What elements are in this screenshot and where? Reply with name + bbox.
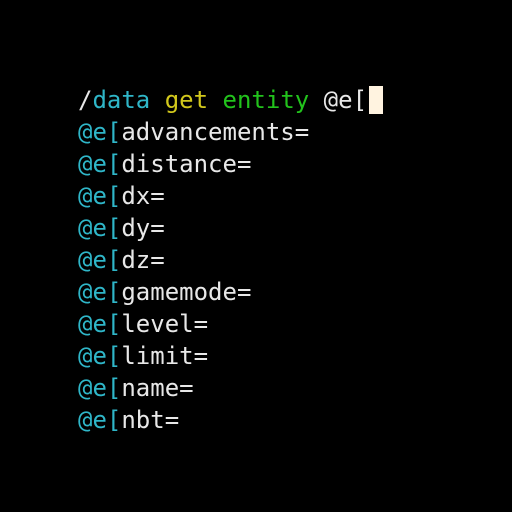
- suggestion-item[interactable]: @e[dz=: [78, 244, 498, 276]
- suggestion-item[interactable]: @e[gamemode=: [78, 276, 498, 308]
- suggestion-text: dx=: [121, 182, 165, 210]
- suggestion-item[interactable]: @e[dx=: [78, 180, 498, 212]
- suggestion-prefix: @e[: [78, 118, 122, 146]
- suggestion-prefix: @e[: [78, 406, 122, 434]
- suggestion-prefix: @e[: [78, 374, 122, 402]
- suggestion-item[interactable]: @e[distance=: [78, 148, 498, 180]
- command-subcommand: get: [164, 86, 209, 114]
- command-console: / data get entity @e[ @e[advancements= @e…: [78, 84, 498, 436]
- suggestion-prefix: @e[: [78, 150, 122, 178]
- suggestion-prefix: @e[: [78, 214, 122, 242]
- suggestion-item[interactable]: @e[advancements=: [78, 116, 498, 148]
- suggestion-text: name=: [121, 374, 194, 402]
- suggestion-text: nbt=: [121, 406, 180, 434]
- suggestion-text: advancements=: [121, 118, 310, 146]
- suggestion-prefix: @e[: [78, 310, 122, 338]
- suggestion-list: @e[advancements= @e[distance= @e[dx= @e[…: [78, 116, 498, 436]
- suggestion-text: dy=: [121, 214, 165, 242]
- command-keyword: data: [92, 86, 151, 114]
- suggestion-text: gamemode=: [121, 278, 252, 306]
- suggestion-item[interactable]: @e[nbt=: [78, 404, 498, 436]
- suggestion-text: level=: [121, 310, 209, 338]
- suggestion-item[interactable]: @e[dy=: [78, 212, 498, 244]
- suggestion-prefix: @e[: [78, 278, 122, 306]
- suggestion-prefix: @e[: [78, 246, 122, 274]
- suggestion-item[interactable]: @e[level=: [78, 308, 498, 340]
- command-argument: entity: [222, 86, 310, 114]
- suggestion-text: distance=: [121, 150, 252, 178]
- suggestion-item[interactable]: @e[limit=: [78, 340, 498, 372]
- text-cursor: [369, 86, 384, 114]
- command-slash: /: [78, 86, 93, 114]
- suggestion-item[interactable]: @e[name=: [78, 372, 498, 404]
- suggestion-prefix: @e[: [78, 342, 122, 370]
- command-typed-input: @e[: [323, 86, 368, 114]
- suggestion-text: dz=: [121, 246, 165, 274]
- suggestion-text: limit=: [121, 342, 209, 370]
- command-input[interactable]: / data get entity @e[: [78, 84, 498, 116]
- suggestion-prefix: @e[: [78, 182, 122, 210]
